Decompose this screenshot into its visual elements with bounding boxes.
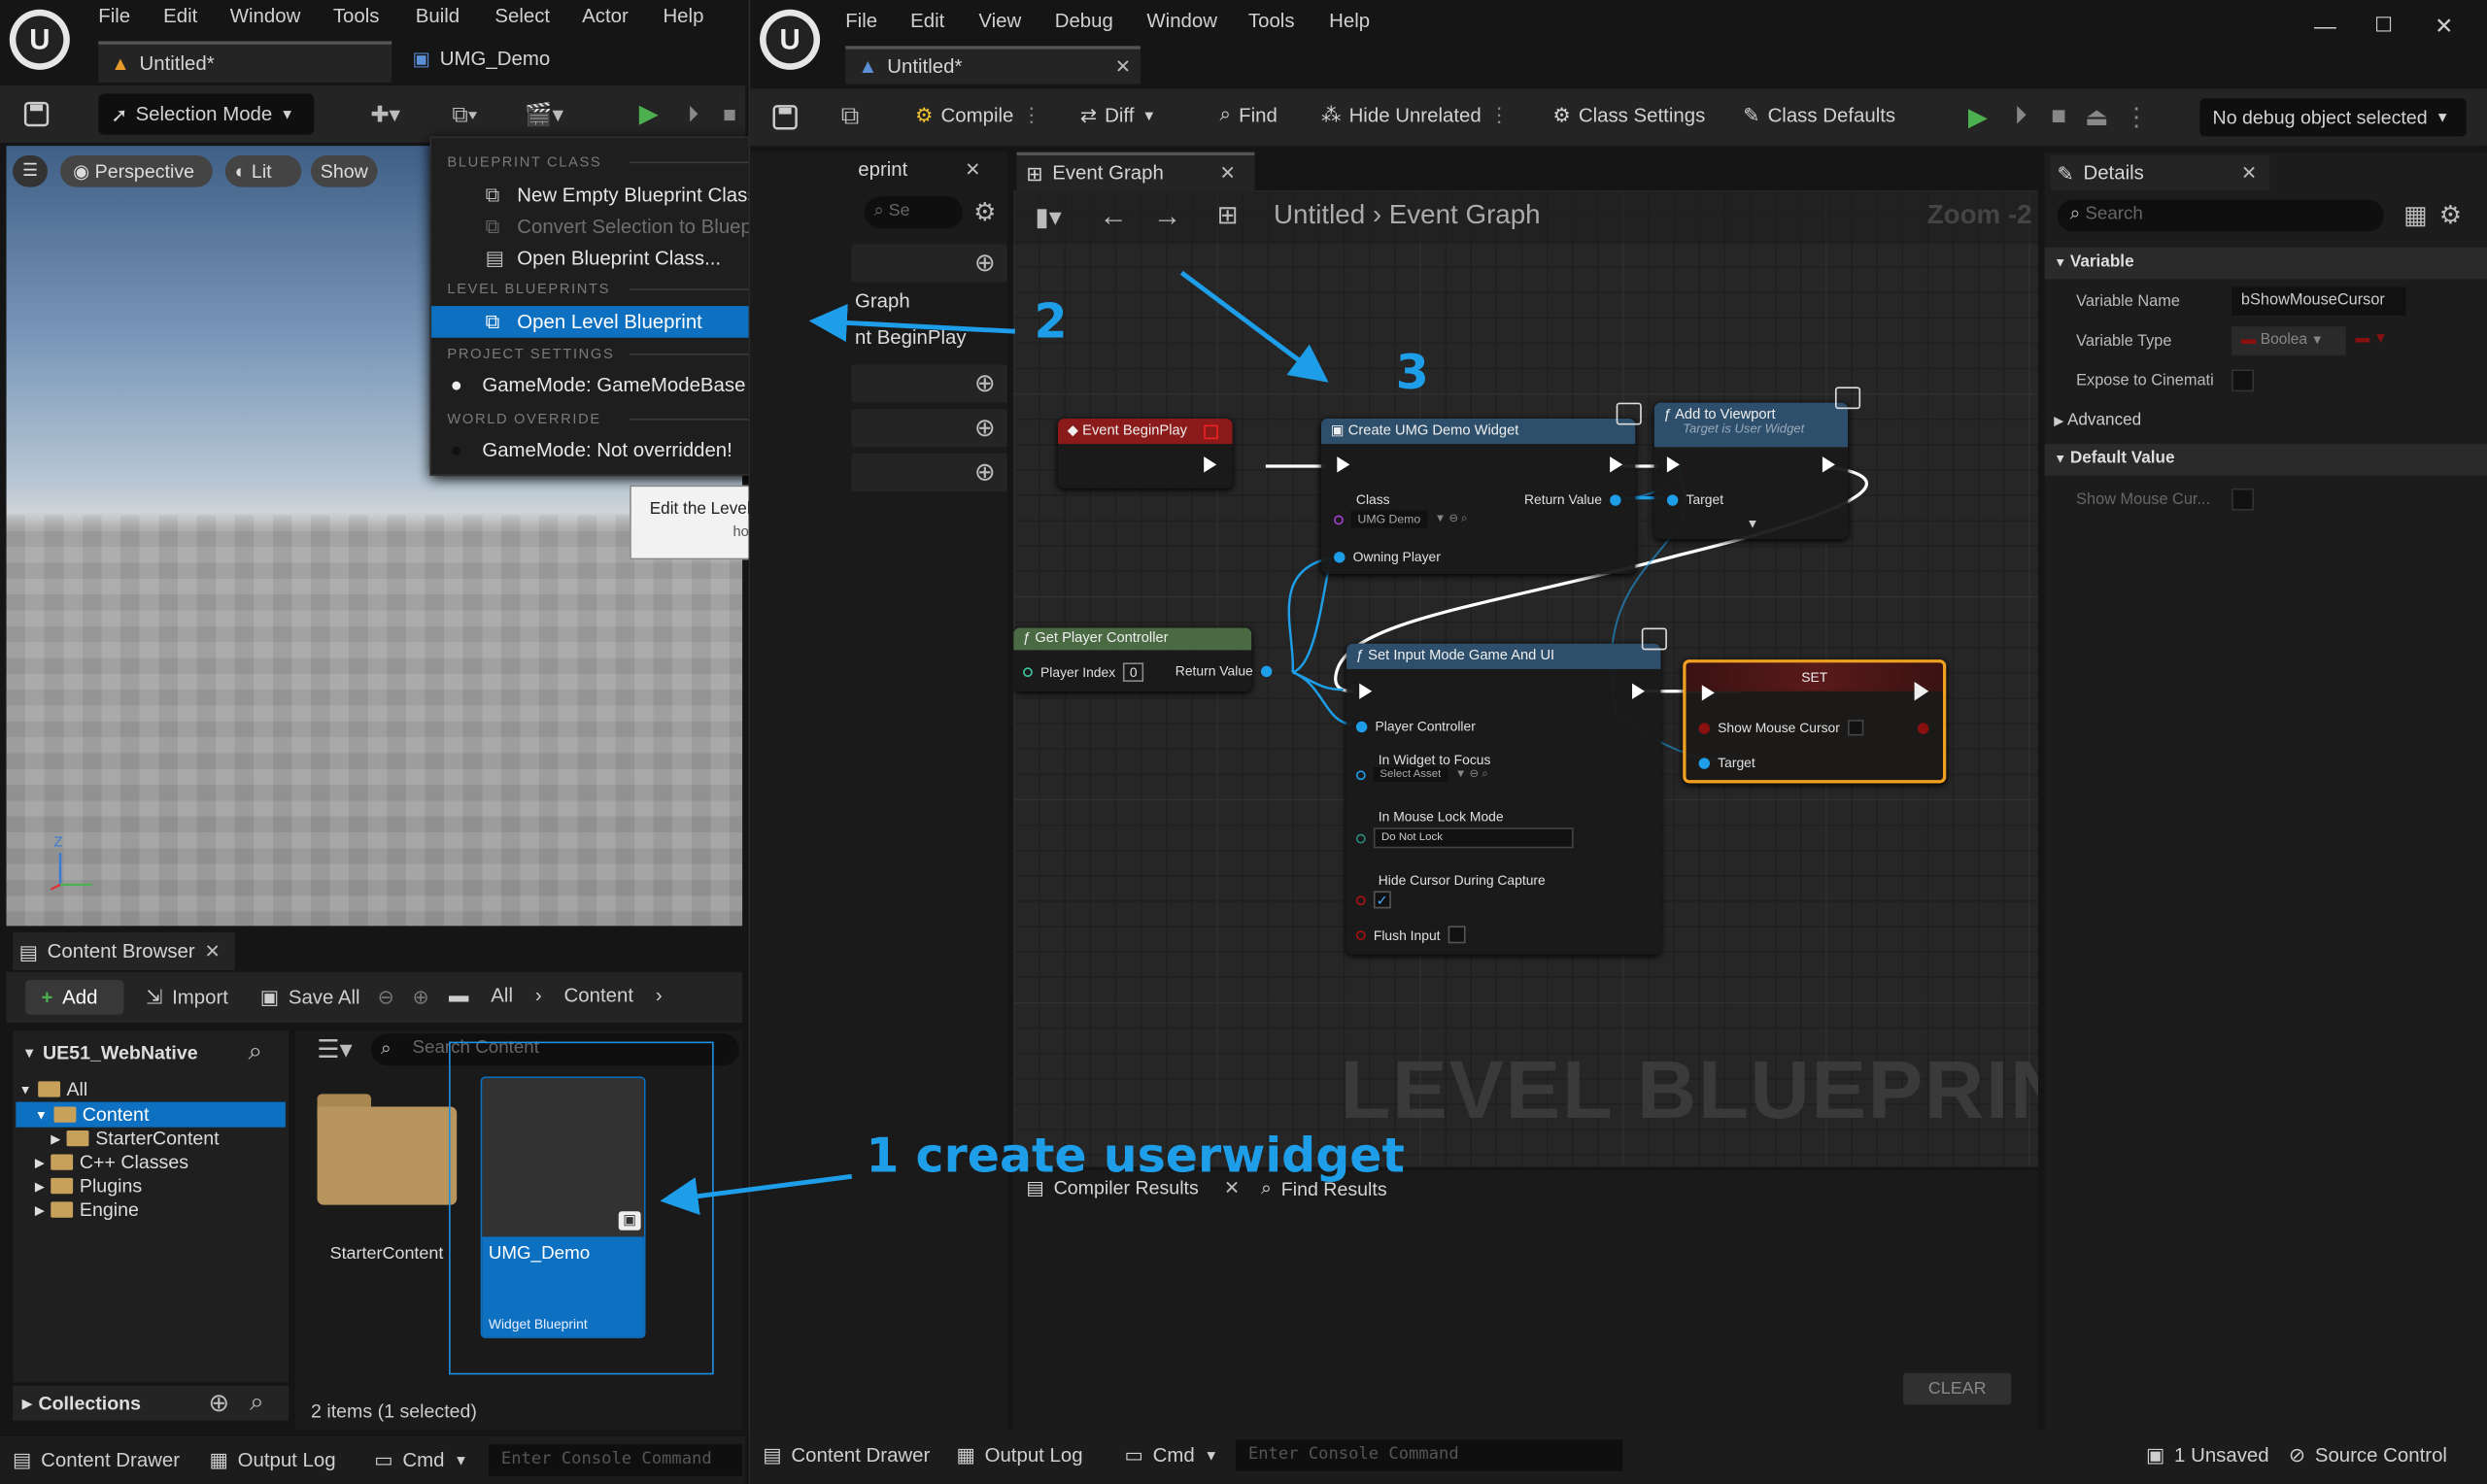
annotation-two: 2 — [1034, 294, 1068, 351]
annotation-one: 1 create userwidget — [866, 1129, 1405, 1185]
annotation-three: 3 — [1395, 345, 1429, 402]
annotation-arrows — [660, 270, 1329, 1216]
